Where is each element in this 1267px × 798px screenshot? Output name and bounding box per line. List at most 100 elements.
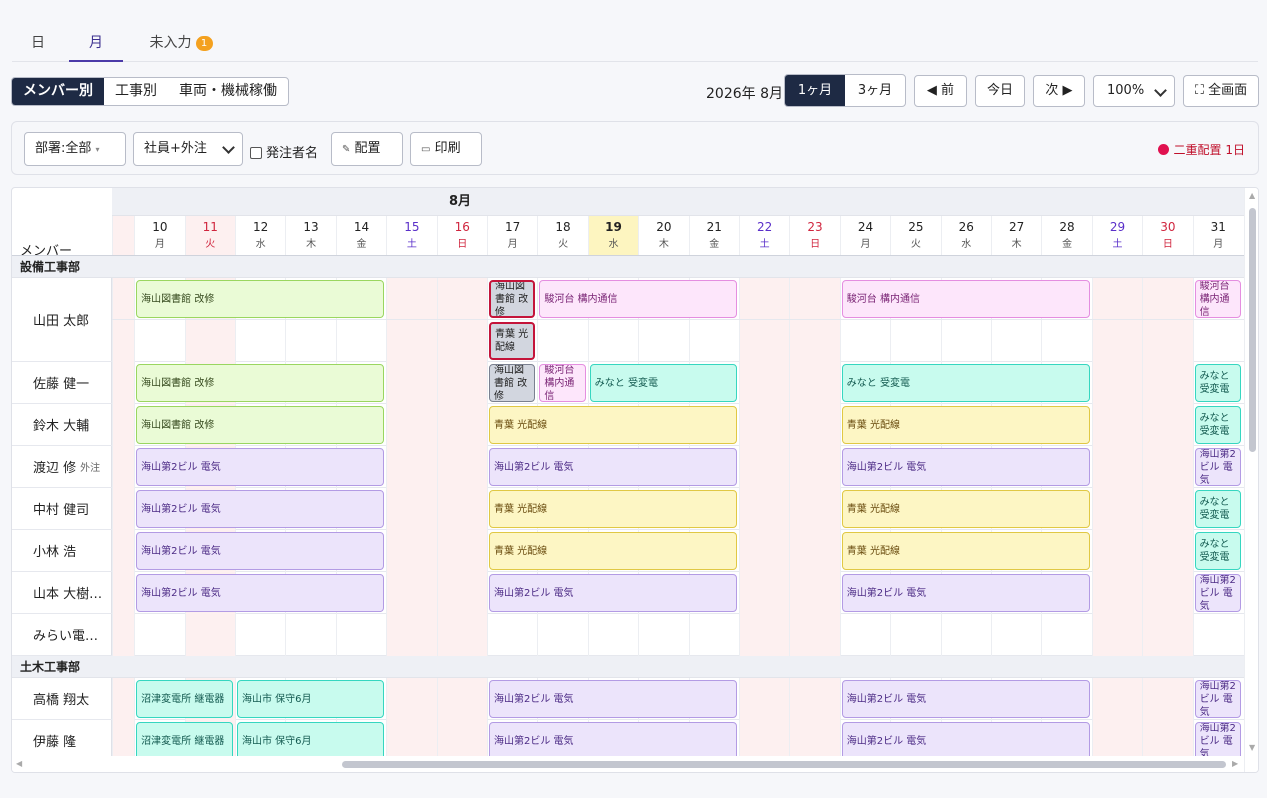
- member-name[interactable]: 鈴木 大輔: [12, 404, 112, 445]
- assignment-bar[interactable]: 海山第2ビル 電気: [841, 574, 1090, 612]
- day-cell[interactable]: [1091, 572, 1143, 614]
- day-cell[interactable]: [1091, 278, 1143, 362]
- day-cell[interactable]: [386, 362, 437, 404]
- day-cell[interactable]: [436, 446, 487, 488]
- day-cell[interactable]: [436, 678, 487, 720]
- assignment-bar[interactable]: 海山市 保守6月: [236, 680, 385, 718]
- day-cell[interactable]: [386, 404, 437, 446]
- day-cell[interactable]: [1091, 678, 1143, 720]
- day-cell[interactable]: [1091, 446, 1143, 488]
- day-cell[interactable]: [789, 446, 840, 488]
- day-cell[interactable]: [436, 362, 487, 404]
- assignment-bar[interactable]: みなと 受変電: [1194, 490, 1241, 528]
- assignment-bar[interactable]: 海山第2ビル 電気: [1194, 448, 1241, 486]
- assignment-bar[interactable]: 海山第2ビル 電気: [136, 490, 385, 528]
- day-cell[interactable]: [789, 530, 840, 572]
- scroll-up-icon[interactable]: ▲: [1249, 191, 1255, 200]
- assignment-bar[interactable]: 青葉 光配線: [488, 322, 536, 360]
- day-cell[interactable]: [1142, 614, 1193, 656]
- day-cell[interactable]: [738, 488, 790, 530]
- assignment-bar[interactable]: 青葉 光配線: [841, 532, 1090, 570]
- scroll-right-icon[interactable]: ▶: [1232, 759, 1238, 768]
- assignment-bar[interactable]: 海山第2ビル 電気: [136, 574, 385, 612]
- day-cell[interactable]: [537, 614, 587, 656]
- day-cell[interactable]: [386, 678, 437, 720]
- day-cell[interactable]: [738, 404, 790, 446]
- day-cell[interactable]: [738, 678, 790, 720]
- orderer-name-checkbox[interactable]: 発注者名: [250, 142, 318, 161]
- view-by-member-button[interactable]: メンバー別: [12, 78, 104, 105]
- member-name[interactable]: 山田 太郎: [12, 278, 112, 361]
- horizontal-scroll-thumb[interactable]: [342, 761, 1226, 768]
- prev-button[interactable]: ◀ 前: [914, 75, 967, 107]
- day-cell[interactable]: [386, 614, 437, 656]
- day-cell[interactable]: [234, 614, 285, 656]
- today-button[interactable]: 今日: [975, 75, 1025, 107]
- member-name[interactable]: 小林 浩: [12, 530, 112, 571]
- assignment-bar[interactable]: 駿河台 構内通信: [1194, 280, 1241, 318]
- day-cell[interactable]: [134, 614, 184, 656]
- assignment-bar[interactable]: 海山図書館 改修: [488, 364, 536, 402]
- day-cell[interactable]: [1142, 278, 1193, 362]
- day-cell[interactable]: [587, 614, 638, 656]
- day-cell[interactable]: [789, 278, 840, 362]
- day-cell[interactable]: [839, 614, 890, 656]
- day-cell[interactable]: [1091, 614, 1143, 656]
- member-name[interactable]: 伊藤 隆: [12, 720, 112, 761]
- day-cell[interactable]: [1041, 614, 1091, 656]
- assignment-bar[interactable]: 海山第2ビル 電気: [1194, 680, 1241, 718]
- day-cell[interactable]: [1142, 530, 1193, 572]
- day-cell[interactable]: [386, 530, 437, 572]
- member-name[interactable]: 渡辺 修外注: [12, 446, 112, 487]
- day-cell[interactable]: [386, 278, 437, 362]
- day-cell[interactable]: [1091, 488, 1143, 530]
- assignment-bar[interactable]: みなと 受変電: [1194, 532, 1241, 570]
- member-name[interactable]: 山本 大樹…: [12, 572, 112, 613]
- assignment-bar[interactable]: 沼津変電所 継電器: [136, 680, 233, 718]
- day-cell[interactable]: [738, 530, 790, 572]
- member-name[interactable]: 高橋 翔太: [12, 678, 112, 719]
- assignment-bar[interactable]: 青葉 光配線: [841, 406, 1090, 444]
- tab-day[interactable]: 日: [30, 32, 46, 62]
- member-name[interactable]: 中村 健司: [12, 488, 112, 529]
- assignment-bar[interactable]: 青葉 光配線: [488, 490, 737, 528]
- assignment-bar[interactable]: 海山第2ビル 電気: [841, 680, 1090, 718]
- scroll-left-icon[interactable]: ◀: [16, 759, 22, 768]
- member-name[interactable]: 佐藤 健一: [12, 362, 112, 403]
- day-cell[interactable]: [738, 362, 790, 404]
- assignment-bar[interactable]: 海山図書館 改修: [488, 280, 536, 318]
- tab-unentered[interactable]: 未入力 1: [146, 32, 216, 62]
- day-cell[interactable]: [112, 362, 134, 404]
- assignment-bar[interactable]: 海山図書館 改修: [136, 280, 385, 318]
- assignment-bar[interactable]: 海山第2ビル 電気: [841, 722, 1090, 760]
- assignment-bar[interactable]: みなと 受変電: [1194, 406, 1241, 444]
- day-cell[interactable]: [335, 614, 386, 656]
- assignment-bar[interactable]: 海山第2ビル 電気: [488, 574, 737, 612]
- assignment-bar[interactable]: 駿河台 構内通信: [841, 280, 1090, 318]
- assignment-bar[interactable]: みなと 受変電: [589, 364, 737, 402]
- assignment-bar[interactable]: 海山市 保守6月: [236, 722, 385, 760]
- assignment-bar[interactable]: 駿河台 構内通信: [539, 280, 737, 318]
- employee-type-select[interactable]: 社員+外注: [133, 132, 243, 166]
- day-cell[interactable]: [789, 404, 840, 446]
- day-cell[interactable]: [1142, 488, 1193, 530]
- day-cell[interactable]: [1091, 530, 1143, 572]
- day-cell[interactable]: [789, 362, 840, 404]
- day-cell[interactable]: [112, 278, 134, 362]
- day-cell[interactable]: [1091, 404, 1143, 446]
- assignment-bar[interactable]: みなと 受変電: [841, 364, 1090, 402]
- day-cell[interactable]: [688, 614, 739, 656]
- day-cell[interactable]: [386, 446, 437, 488]
- day-cell[interactable]: [436, 530, 487, 572]
- day-cell[interactable]: [436, 488, 487, 530]
- assignment-bar[interactable]: 海山第2ビル 電気: [136, 532, 385, 570]
- day-cell[interactable]: [789, 614, 840, 656]
- day-cell[interactable]: [112, 614, 134, 656]
- assignment-bar[interactable]: 青葉 光配線: [488, 406, 737, 444]
- day-cell[interactable]: [436, 572, 487, 614]
- assignment-bar[interactable]: 沼津変電所 継電器: [136, 722, 233, 760]
- day-cell[interactable]: [1142, 362, 1193, 404]
- day-cell[interactable]: [638, 614, 688, 656]
- day-cell[interactable]: [1142, 404, 1193, 446]
- day-cell[interactable]: [436, 614, 487, 656]
